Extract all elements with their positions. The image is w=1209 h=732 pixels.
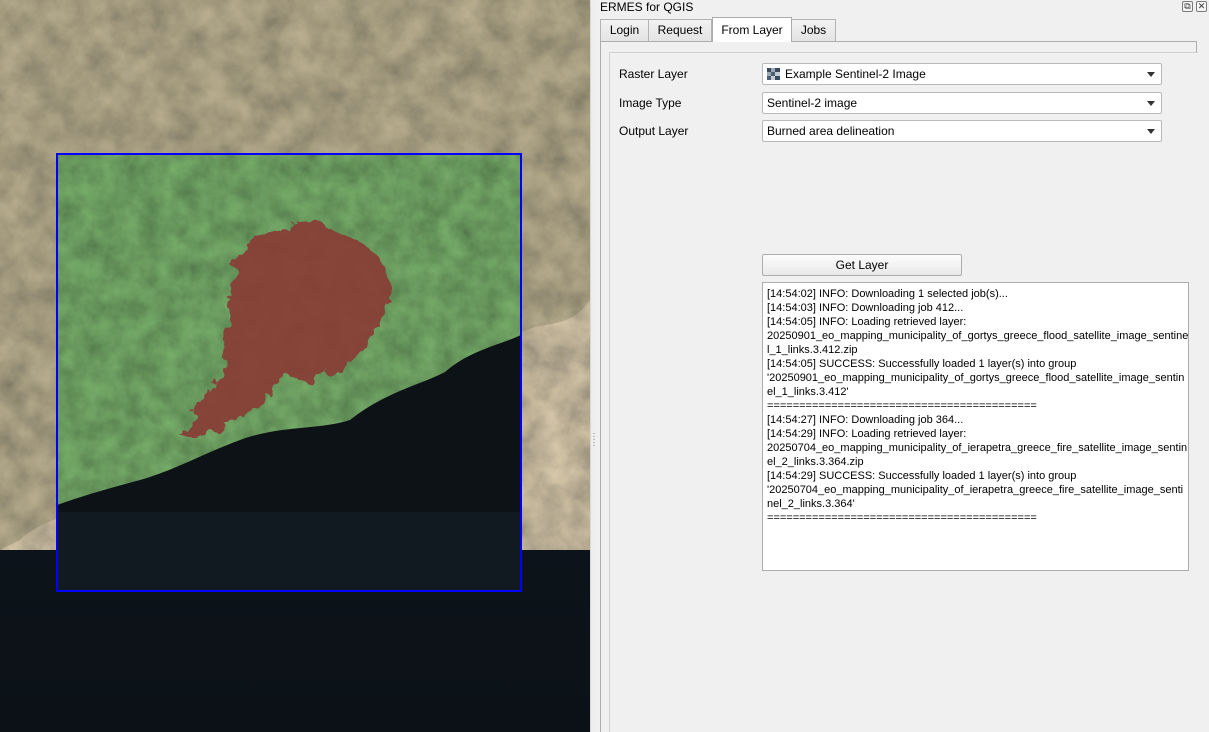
log-separator: ========================================… xyxy=(767,512,1037,524)
raster-layer-label: Raster Layer xyxy=(619,67,688,81)
log-line: [14:54:02] INFO: Downloading 1 selected … xyxy=(767,288,1008,300)
log-line: nel_2_links.3.364' xyxy=(767,498,855,510)
ermes-dock-panel: ERMES for QGIS ⧉ ✕ Login Request From La… xyxy=(596,0,1209,732)
raster-layer-icon xyxy=(767,66,780,80)
close-icon[interactable]: ✕ xyxy=(1196,1,1207,12)
output-layer-value: Burned area delineation xyxy=(767,124,895,138)
sentinel-raster xyxy=(57,154,521,591)
log-output[interactable]: [14:54:02] INFO: Downloading 1 selected … xyxy=(762,282,1189,571)
log-line: l_1_links.3.412.zip xyxy=(767,344,858,356)
raster-layer-combo[interactable]: Example Sentinel-2 Image xyxy=(762,63,1162,85)
log-line: [14:54:29] INFO: Loading retrieved layer… xyxy=(767,428,967,440)
chevron-down-icon[interactable] xyxy=(1147,72,1155,77)
log-line: 20250704_eo_mapping_municipality_of_iera… xyxy=(767,442,1188,454)
log-line: [14:54:27] INFO: Downloading job 364... xyxy=(767,414,964,426)
tab-jobs[interactable]: Jobs xyxy=(791,19,836,42)
raster-layer-value: Example Sentinel-2 Image xyxy=(785,67,926,81)
tab-from-layer[interactable]: From Layer xyxy=(712,17,792,42)
get-layer-button[interactable]: Get Layer xyxy=(762,254,962,276)
chevron-down-icon[interactable] xyxy=(1147,101,1155,106)
from-layer-page: Raster Layer Example Sentinel-2 Image Im… xyxy=(600,41,1198,732)
image-type-combo[interactable]: Sentinel-2 image xyxy=(762,92,1162,114)
log-line: [14:54:03] INFO: Downloading job 412... xyxy=(767,302,964,314)
form-group: Raster Layer Example Sentinel-2 Image Im… xyxy=(609,52,1198,732)
image-type-value: Sentinel-2 image xyxy=(767,96,858,110)
log-line: [14:54:29] SUCCESS: Successfully loaded … xyxy=(767,470,1077,482)
output-layer-combo[interactable]: Burned area delineation xyxy=(762,120,1162,142)
log-line: [14:54:05] SUCCESS: Successfully loaded … xyxy=(767,358,1077,370)
dock-title: ERMES for QGIS xyxy=(600,0,694,14)
map-render xyxy=(0,0,590,732)
log-line: el_1_links.3.412' xyxy=(767,386,849,398)
tab-login[interactable]: Login xyxy=(600,19,649,42)
image-type-label: Image Type xyxy=(619,96,682,110)
tab-request[interactable]: Request xyxy=(648,19,712,42)
log-separator: ========================================… xyxy=(767,400,1037,412)
chevron-down-icon[interactable] xyxy=(1147,129,1155,134)
log-line: 20250901_eo_mapping_municipality_of_gort… xyxy=(767,330,1189,342)
map-canvas[interactable] xyxy=(0,0,590,732)
float-window-icon[interactable]: ⧉ xyxy=(1182,1,1193,12)
log-line: [14:54:05] INFO: Loading retrieved layer… xyxy=(767,316,967,328)
output-layer-label: Output Layer xyxy=(619,124,689,138)
splitter-grip[interactable] xyxy=(593,432,595,446)
log-line: el_2_links.3.364.zip xyxy=(767,456,864,468)
log-line: '20250704_eo_mapping_municipality_of_ier… xyxy=(767,484,1184,496)
log-line: '20250901_eo_mapping_municipality_of_gor… xyxy=(767,372,1185,384)
